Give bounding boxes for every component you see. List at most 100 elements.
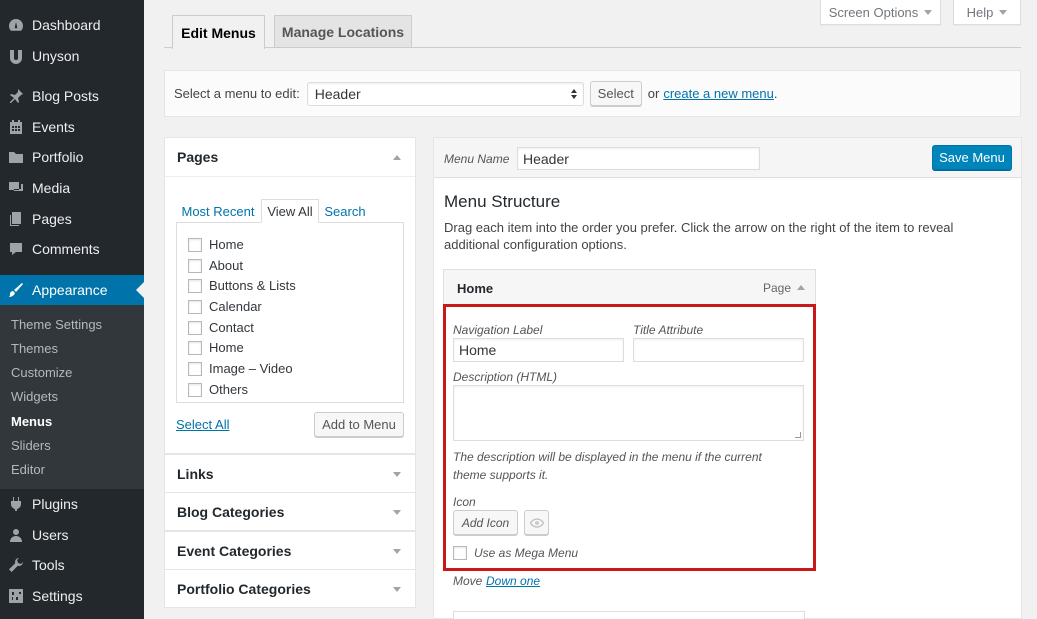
list-item[interactable]: Calendar: [188, 299, 262, 314]
resize-handle-icon[interactable]: [795, 432, 801, 438]
navigation-label-label: Navigation Label: [453, 323, 543, 337]
select-all-link[interactable]: Select All: [176, 417, 229, 432]
list-item[interactable]: Others: [188, 382, 248, 397]
sidebar-item-users[interactable]: Users: [0, 520, 144, 550]
comment-icon: [8, 241, 24, 257]
chevron-down-icon: [999, 9, 1008, 15]
blog-categories-header[interactable]: Blog Categories: [165, 493, 415, 531]
sidebar-item-label: Portfolio: [32, 149, 84, 165]
collapse-arrow-icon[interactable]: [797, 285, 805, 290]
description-textarea[interactable]: [453, 385, 804, 441]
page-label: Others: [209, 382, 249, 397]
expand-arrow-icon: [393, 510, 401, 515]
page-label: Calendar: [209, 299, 262, 314]
media-icon: [8, 180, 24, 196]
submenu-widgets[interactable]: Widgets: [11, 389, 58, 404]
sidebar-item-label: Appearance: [32, 282, 108, 298]
mega-menu-option[interactable]: Use as Mega Menu: [453, 546, 578, 560]
sidebar-item-label: Comments: [32, 241, 100, 257]
pages-panel-header[interactable]: Pages: [165, 138, 415, 176]
sidebar-item-tools[interactable]: Tools: [0, 550, 144, 580]
sidebar-item-unyson[interactable]: Unyson: [0, 41, 144, 71]
links-header[interactable]: Links: [165, 455, 415, 493]
sidebar-item-blog-posts[interactable]: Blog Posts: [0, 81, 144, 111]
list-item[interactable]: Contact: [188, 320, 254, 335]
expand-arrow-icon: [393, 549, 401, 554]
tab-edit-menus[interactable]: Edit Menus: [172, 15, 265, 49]
blog-categories-section[interactable]: Blog Categories: [164, 492, 416, 531]
list-item[interactable]: Home: [188, 237, 244, 252]
page-label: Home: [209, 340, 244, 355]
sidebar-item-settings[interactable]: Settings: [0, 581, 144, 611]
submenu-themes[interactable]: Themes: [11, 341, 58, 356]
menu-name-label: Menu Name: [444, 152, 510, 166]
sidebar-item-portfolio[interactable]: Portfolio: [0, 142, 144, 172]
unyson-icon: [8, 48, 24, 64]
checkbox[interactable]: [188, 299, 202, 314]
sidebar-item-comments[interactable]: Comments: [0, 234, 144, 264]
menu-item-home-bar[interactable]: Home Page: [443, 269, 816, 305]
menu-name-input[interactable]: Header: [517, 147, 760, 170]
mega-menu-checkbox[interactable]: [453, 546, 467, 560]
page-label: Buttons & Lists: [209, 278, 296, 293]
submenu-menus[interactable]: Menus: [11, 414, 52, 429]
checkbox[interactable]: [188, 382, 202, 397]
section-title: Portfolio Categories: [177, 581, 311, 597]
checkbox[interactable]: [188, 237, 202, 252]
menu-select-dropdown[interactable]: Header: [306, 81, 584, 106]
screen-options-button[interactable]: Screen Options: [820, 0, 941, 25]
sidebar-item-label: Media: [32, 180, 71, 196]
page-checklist: Home About Buttons & Lists Calendar Cont…: [176, 222, 404, 403]
tab-search[interactable]: Search: [320, 199, 370, 223]
create-new-menu-link[interactable]: create a new menu: [663, 86, 774, 101]
preview-icon-button[interactable]: [524, 510, 549, 535]
navigation-label-input[interactable]: Home: [453, 338, 624, 362]
page-label: Image – Video: [209, 361, 293, 376]
help-button[interactable]: Help: [953, 0, 1021, 25]
sidebar-item-pages[interactable]: Pages: [0, 204, 144, 234]
move-down-one-link[interactable]: Down one: [486, 574, 540, 588]
save-menu-button[interactable]: Save Menu: [932, 145, 1012, 170]
checkbox[interactable]: [188, 340, 202, 355]
sidebar-item-label: Settings: [32, 588, 83, 604]
portfolio-categories-header[interactable]: Portfolio Categories: [165, 570, 415, 608]
links-section[interactable]: Links: [164, 454, 416, 493]
wrench-icon: [8, 557, 24, 573]
event-categories-header[interactable]: Event Categories: [165, 532, 415, 570]
submenu-sliders[interactable]: Sliders: [11, 438, 51, 453]
sidebar-item-events[interactable]: Events: [0, 112, 144, 142]
list-item[interactable]: Buttons & Lists: [188, 278, 296, 293]
tab-most-recent[interactable]: Most Recent: [176, 199, 260, 223]
plug-icon: [8, 496, 24, 512]
checkbox[interactable]: [188, 278, 202, 293]
tab-view-all[interactable]: View All: [261, 199, 319, 223]
sidebar-item-label: Events: [32, 119, 75, 135]
list-item[interactable]: Home: [188, 340, 244, 355]
select-button[interactable]: Select: [589, 81, 642, 106]
list-item[interactable]: Image – Video: [188, 361, 293, 376]
submenu-editor[interactable]: Editor: [11, 462, 45, 477]
dashboard-icon: [8, 17, 24, 33]
icon-label: Icon: [453, 495, 476, 509]
sidebar-item-dashboard[interactable]: Dashboard: [0, 10, 144, 40]
checkbox[interactable]: [188, 258, 202, 273]
title-attribute-input[interactable]: [633, 338, 804, 362]
add-icon-button[interactable]: Add Icon: [453, 510, 518, 535]
section-title: Links: [177, 466, 214, 482]
sidebar-item-plugins[interactable]: Plugins: [0, 489, 144, 519]
menu-item-title: Home: [457, 281, 494, 296]
add-to-menu-button[interactable]: Add to Menu: [314, 412, 404, 437]
submenu-theme-settings[interactable]: Theme Settings: [11, 317, 102, 332]
settings-icon: [8, 588, 24, 604]
list-item[interactable]: About: [188, 258, 243, 273]
portfolio-categories-section[interactable]: Portfolio Categories: [164, 569, 416, 608]
expand-arrow-icon: [393, 587, 401, 592]
sidebar-item-label: Tools: [32, 557, 65, 573]
submenu-customize[interactable]: Customize: [11, 365, 72, 380]
checkbox[interactable]: [188, 361, 202, 376]
tab-manage-locations[interactable]: Manage Locations: [274, 15, 412, 48]
sidebar-item-appearance[interactable]: Appearance: [0, 275, 144, 305]
checkbox[interactable]: [188, 320, 202, 335]
event-categories-section[interactable]: Event Categories: [164, 531, 416, 570]
sidebar-item-media[interactable]: Media: [0, 173, 144, 203]
